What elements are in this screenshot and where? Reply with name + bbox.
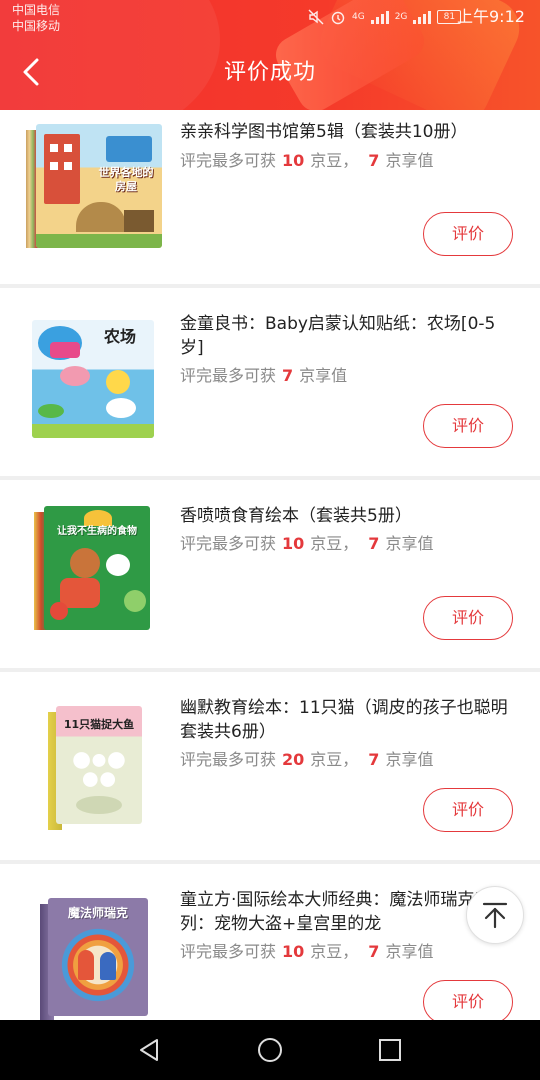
jingxiang-label: 京享值	[385, 750, 434, 769]
cover-title: 农场	[103, 327, 136, 346]
product-cover-image: 农场	[26, 320, 162, 448]
rate-button[interactable]: 评价	[423, 596, 513, 640]
reward-info: 评完最多可获 10 京豆， 7 京享值	[180, 532, 433, 556]
cover-title: 魔法师瑞克	[67, 906, 128, 920]
rate-button[interactable]: 评价	[423, 404, 513, 448]
circle-home-icon	[258, 1038, 282, 1062]
product-cover-image: 世界各地的房屋	[26, 124, 162, 252]
reward-prefix: 评完最多可获	[180, 366, 277, 385]
jingdou-count: 10	[282, 942, 305, 961]
cover-title: 让我不生病的食物	[57, 526, 137, 537]
signal-icon	[370, 10, 389, 24]
nav-recents-button[interactable]	[370, 1032, 410, 1068]
square-recents-icon	[379, 1039, 401, 1061]
arrow-up-to-top-icon	[482, 902, 508, 929]
header: 中国电信 中国移动 4G 2G 81 上午9:12 评价成功	[0, 0, 540, 110]
system-nav-bar	[0, 1020, 540, 1080]
reward-info: 评完最多可获 20 京豆， 7 京享值	[180, 748, 433, 772]
carrier-label: 中国移动	[12, 19, 61, 33]
product-name: 亲亲科学图书馆第5辑（套装共10册）	[180, 122, 468, 142]
network-type-label: 4G	[352, 12, 365, 22]
reward-info: 评完最多可获 10 京豆， 7 京享值	[180, 149, 433, 173]
network-type-label: 2G	[394, 12, 408, 22]
product-name: 金童良书：Baby启蒙认知贴纸：农场[0-5岁]	[180, 314, 496, 358]
jingdou-count: 10	[282, 151, 305, 170]
nav-back-button[interactable]	[130, 1032, 170, 1068]
product-cover-image: 让我不生病的食物	[26, 506, 162, 634]
scroll-to-top-button[interactable]	[466, 886, 524, 944]
reward-prefix: 评完最多可获	[180, 534, 277, 553]
product-item: 11只猫捉大鱼 幽默教育绘本：11只猫（调皮的孩子也聪明套装共6册） 评完最多可…	[0, 672, 540, 860]
status-clock: 上午9:12	[457, 7, 525, 26]
jingxiang-label: 京享值	[385, 534, 434, 553]
cover-title: 11只猫捉大鱼	[63, 718, 135, 731]
product-item: 魔法师瑞克 童立方·国际绘本大师经典：魔法师瑞克系列：宠物大盗+皇宫里的龙 评完…	[0, 864, 540, 1020]
alarm-icon	[331, 11, 345, 25]
page-title: 评价成功	[223, 60, 316, 85]
carrier-label: 中国电信	[12, 3, 61, 17]
mute-icon	[308, 9, 324, 25]
jingdou-count: 10	[282, 534, 305, 553]
jingxiang-label: 京享值	[299, 366, 348, 385]
jingdou-label: 京豆，	[310, 750, 359, 769]
jingdou-label: 京豆，	[310, 942, 359, 961]
jingxiang-count: 7	[368, 942, 380, 961]
reward-prefix: 评完最多可获	[180, 942, 277, 961]
product-item: 世界各地的房屋 亲亲科学图书馆第5辑（套装共10册） 评完最多可获 10 京豆， 7 京…	[0, 110, 540, 284]
jingxiang-label: 京享值	[385, 942, 434, 961]
jingxiang-count: 7	[368, 151, 380, 170]
status-icons: 4G 2G 81	[308, 7, 462, 27]
jingxiang-count: 7	[368, 750, 380, 769]
jingxiang-count: 7	[282, 366, 294, 385]
screen: 中国电信 中国移动 4G 2G 81 上午9:12 评价成功 世界各地的房屋 亲…	[0, 0, 540, 1080]
reward-prefix: 评完最多可获	[180, 151, 277, 170]
product-name: 香喷喷食育绘本（套装共5册）	[180, 506, 412, 526]
product-name: 幽默教育绘本：11只猫（调皮的孩子也聪明套装共6册）	[180, 698, 508, 742]
reward-info: 评完最多可获 7 京享值	[180, 364, 347, 388]
jingxiang-label: 京享值	[385, 151, 434, 170]
rate-button[interactable]: 评价	[423, 212, 513, 256]
reward-prefix: 评完最多可获	[180, 750, 277, 769]
jingdou-label: 京豆，	[310, 151, 359, 170]
triangle-back-icon	[140, 1039, 158, 1061]
product-cover-image: 魔法师瑞克	[26, 898, 162, 1020]
jingxiang-count: 7	[368, 534, 380, 553]
product-cover-image: 11只猫捉大鱼	[26, 706, 162, 834]
product-item: 让我不生病的食物 香喷喷食育绘本（套装共5册） 评完最多可获 10 京豆， 7 京享值 …	[0, 480, 540, 668]
product-item: 农场 金童良书：Baby启蒙认知贴纸：农场[0-5岁] 评完最多可获 7 京享值 评…	[0, 288, 540, 476]
rate-button[interactable]: 评价	[423, 980, 513, 1020]
status-bar: 中国电信 中国移动 4G 2G 81 上午9:12	[0, 0, 540, 40]
jingdou-count: 20	[282, 750, 305, 769]
cover-title: 世界各地的房屋	[98, 166, 154, 193]
product-list[interactable]: 世界各地的房屋 亲亲科学图书馆第5辑（套装共10册） 评完最多可获 10 京豆， 7 京…	[0, 110, 540, 1020]
jingdou-label: 京豆，	[310, 534, 359, 553]
nav-home-button[interactable]	[250, 1032, 290, 1068]
reward-info: 评完最多可获 10 京豆， 7 京享值	[180, 940, 433, 964]
battery-level: 81	[443, 12, 456, 22]
signal-icon	[413, 10, 432, 24]
rate-button[interactable]: 评价	[423, 788, 513, 832]
